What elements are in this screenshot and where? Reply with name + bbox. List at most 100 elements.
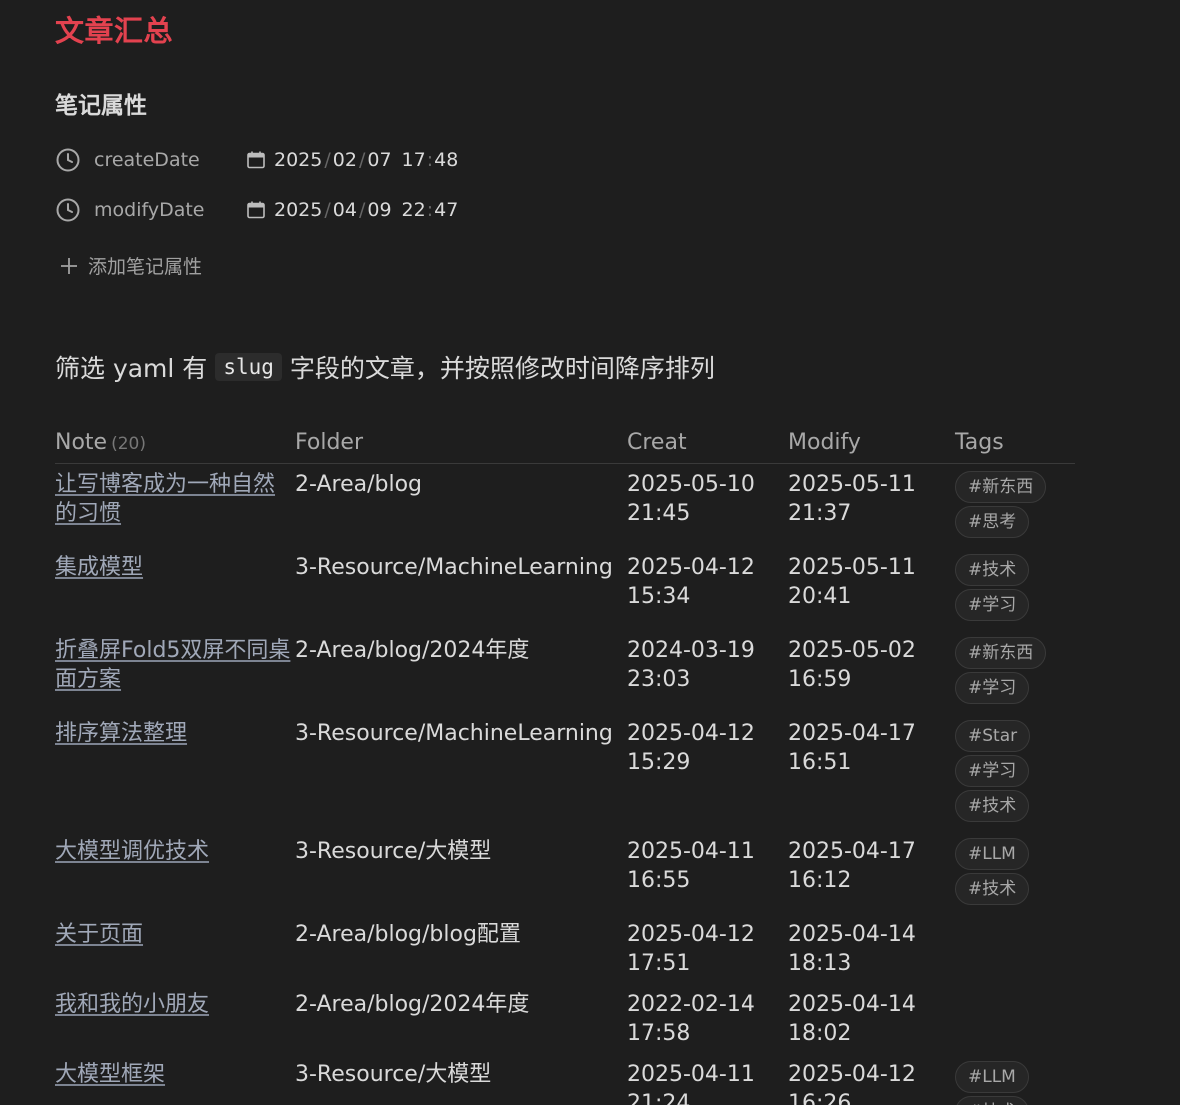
date-month[interactable]: 02 (333, 149, 357, 171)
note-page: 文章汇总 笔记属性 createDate 2025 / 02 / 07 17 :… (0, 0, 1180, 1105)
add-property-button[interactable]: 添加笔记属性 (58, 252, 202, 279)
modify-time: 16:12 (788, 868, 852, 893)
property-key[interactable]: modifyDate (94, 199, 246, 221)
column-header-creat[interactable]: Creat (627, 421, 788, 464)
modify-time: 16:59 (788, 667, 852, 692)
creat-cell: 2025-04-12 15:34 (627, 547, 788, 630)
creat-time: 21:45 (627, 501, 691, 526)
note-cell: 关于页面 (55, 914, 295, 984)
time-hour[interactable]: 17 (402, 149, 426, 171)
notes-table-body: 让写博客成为一种自然的习惯 2-Area/blog 2025-05-10 21:45 2… (55, 464, 1075, 1105)
column-header-tags[interactable]: Tags (955, 421, 1075, 464)
tag-pill[interactable]: #学习 (955, 589, 1030, 621)
note-link[interactable]: 大模型调优技术 (55, 839, 209, 864)
tag-pill[interactable]: #技术 (955, 873, 1030, 905)
column-header-note[interactable]: Note (20) (55, 421, 295, 464)
modify-cell: 2025-04-12 16:26 (788, 1054, 955, 1105)
date-separator: / (324, 149, 331, 171)
property-key[interactable]: createDate (94, 149, 246, 171)
tag-list: #Star #学习 #技术 (955, 720, 1075, 825)
modify-time: 20:41 (788, 584, 852, 609)
tag-pill[interactable]: #新东西 (955, 637, 1047, 669)
property-row-modify-date: modifyDate 2025 / 04 / 09 22 : 47 (55, 195, 655, 225)
modify-cell: 2025-05-11 21:37 (788, 464, 955, 548)
modify-date: 2025-05-02 (788, 638, 916, 663)
creat-date: 2025-04-11 (627, 1062, 755, 1087)
creat-date: 2025-04-12 (627, 555, 755, 580)
tag-pill[interactable]: #技术 (955, 554, 1030, 586)
modify-cell: 2025-04-14 18:02 (788, 984, 955, 1054)
modify-cell: 2025-04-17 16:12 (788, 831, 955, 914)
property-value-datetime[interactable]: 2025 / 04 / 09 22 : 47 (274, 199, 458, 221)
date-day[interactable]: 07 (367, 149, 391, 171)
time-minute[interactable]: 48 (434, 149, 458, 171)
properties-heading[interactable]: 笔记属性 (55, 86, 147, 120)
note-link[interactable]: 我和我的小朋友 (55, 992, 209, 1017)
page-title[interactable]: 文章汇总 (55, 8, 173, 50)
date-day[interactable]: 09 (367, 199, 391, 221)
modify-date: 2025-04-17 (788, 721, 916, 746)
note-cell: 我和我的小朋友 (55, 984, 295, 1054)
clock-icon (56, 148, 80, 172)
note-link[interactable]: 排序算法整理 (55, 721, 187, 746)
creat-cell: 2025-04-12 15:29 (627, 713, 788, 831)
modify-date: 2025-04-14 (788, 922, 916, 947)
tags-cell: #技术 #学习 (955, 547, 1075, 630)
tags-cell: #新东西 #学习 (955, 630, 1075, 713)
modify-cell: 2025-05-11 20:41 (788, 547, 955, 630)
note-link[interactable]: 折叠屏Fold5双屏不同桌面方案 (55, 638, 290, 692)
query-description[interactable]: 筛选 yaml 有 slug 字段的文章，并按照修改时间降序排列 (55, 349, 715, 385)
table-row: 我和我的小朋友 2-Area/blog/2024年度 2022-02-14 17:58… (55, 984, 1075, 1054)
calendar-icon[interactable] (246, 150, 266, 170)
tag-pill[interactable]: #思考 (955, 506, 1030, 538)
note-link[interactable]: 关于页面 (55, 922, 143, 947)
property-row-create-date: createDate 2025 / 02 / 07 17 : 48 (55, 145, 655, 175)
tag-pill[interactable]: #学习 (955, 755, 1030, 787)
tags-cell: #新东西 #思考 (955, 464, 1075, 548)
folder-cell: 2-Area/blog (295, 472, 422, 497)
date-year[interactable]: 2025 (274, 199, 322, 221)
clock-icon (56, 198, 80, 222)
creat-time: 17:51 (627, 951, 691, 976)
modify-cell: 2025-04-14 18:13 (788, 914, 955, 984)
time-hour[interactable]: 22 (402, 199, 426, 221)
tags-cell: #Star #学习 #技术 (955, 713, 1075, 831)
tags-cell (955, 984, 1075, 1054)
modify-date: 2025-04-14 (788, 992, 916, 1017)
table-row: 关于页面 2-Area/blog/blog配置 2025-04-12 17:51 202… (55, 914, 1075, 984)
date-month[interactable]: 04 (333, 199, 357, 221)
tag-pill[interactable]: #LLM (955, 1061, 1029, 1093)
note-link[interactable]: 让写博客成为一种自然的习惯 (55, 472, 275, 526)
modify-date: 2025-04-12 (788, 1062, 916, 1087)
folder-cell: 2-Area/blog/2024年度 (295, 638, 530, 663)
property-value-datetime[interactable]: 2025 / 02 / 07 17 : 48 (274, 149, 458, 171)
note-link[interactable]: 大模型框架 (55, 1062, 165, 1087)
tag-pill[interactable]: #Star (955, 720, 1031, 752)
creat-time: 23:03 (627, 667, 691, 692)
table-row: 大模型框架 3-Resource/大模型 2025-04-11 21:24 2025-0… (55, 1054, 1075, 1105)
tag-pill[interactable]: #技术 (955, 790, 1030, 822)
column-header-modify[interactable]: Modify (788, 421, 955, 464)
creat-cell: 2024-03-19 23:03 (627, 630, 788, 713)
creat-date: 2025-05-10 (627, 472, 755, 497)
date-year[interactable]: 2025 (274, 149, 322, 171)
creat-time: 21:24 (627, 1091, 691, 1105)
table-row: 折叠屏Fold5双屏不同桌面方案 2-Area/blog/2024年度 2024-0… (55, 630, 1075, 713)
tag-pill[interactable]: #LLM (955, 838, 1029, 870)
note-cell: 折叠屏Fold5双屏不同桌面方案 (55, 630, 295, 713)
calendar-icon[interactable] (246, 200, 266, 220)
tag-pill[interactable]: #技术 (955, 1096, 1030, 1105)
time-minute[interactable]: 47 (434, 199, 458, 221)
creat-date: 2024-03-19 (627, 638, 755, 663)
modify-date: 2025-05-11 (788, 555, 916, 580)
date-separator: / (324, 199, 331, 221)
creat-cell: 2025-04-12 17:51 (627, 914, 788, 984)
column-header-folder[interactable]: Folder (295, 421, 627, 464)
folder-cell: 3-Resource/大模型 (295, 1062, 492, 1087)
creat-date: 2025-04-11 (627, 839, 755, 864)
note-link[interactable]: 集成模型 (55, 555, 143, 580)
note-cell: 大模型调优技术 (55, 831, 295, 914)
tag-pill[interactable]: #新东西 (955, 471, 1047, 503)
folder-cell: 3-Resource/MachineLearning (295, 721, 613, 746)
tag-pill[interactable]: #学习 (955, 672, 1030, 704)
